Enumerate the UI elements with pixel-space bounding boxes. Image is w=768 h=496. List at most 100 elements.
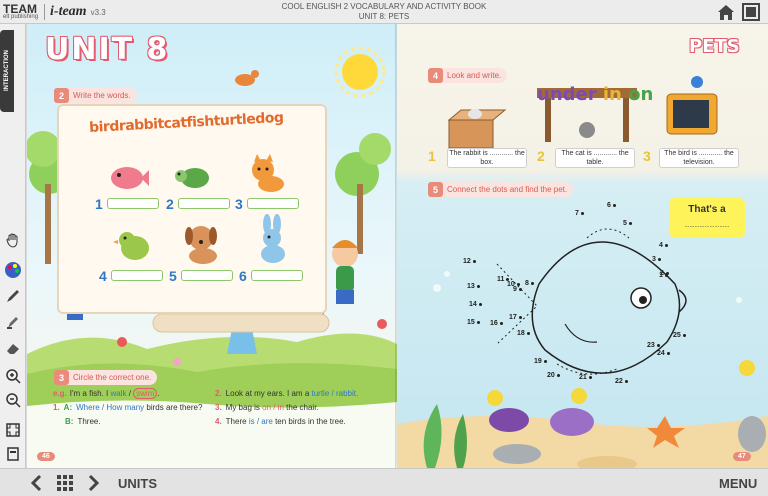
exercise-2-number: 2 (54, 88, 69, 103)
dot-point[interactable] (664, 243, 668, 247)
dot-number-7: 7 (575, 210, 584, 217)
question-3: 3. My bag is on / in the chair. (215, 403, 319, 412)
exercise-5-instruction: Connect the dots and find the pet. (447, 185, 568, 194)
dot-number-4: 4 (659, 242, 668, 249)
menu-button[interactable]: MENU (719, 476, 757, 491)
dot-point[interactable] (476, 284, 480, 288)
question-1-answer: B: Three. (65, 417, 101, 426)
question-2: 2. Look at my ears. I am a turtle / rabb… (215, 389, 359, 398)
dot-number-8: 8 (525, 280, 534, 287)
dot-point[interactable] (657, 257, 661, 261)
book-title: COOL ENGLISH 2 VOCABULARY AND ACTIVITY B… (281, 2, 487, 11)
dot-number-13: 13 (467, 283, 480, 290)
question-3-options[interactable]: on / in (262, 403, 284, 412)
home-icon[interactable] (716, 2, 736, 22)
page-right: PETS 4 Look and write. under in on 1 The… (397, 24, 768, 468)
exercise-3-number: 3 (54, 370, 69, 385)
tool-sidebar: INTERACTION (0, 24, 26, 468)
exercise-2-label: 2 Write the words. (54, 88, 137, 103)
dot-point[interactable] (506, 277, 510, 281)
palette-icon[interactable] (3, 260, 23, 280)
grid-icon[interactable] (56, 474, 74, 492)
bottom-bar: UNITS MENU (0, 468, 768, 496)
word-input-5[interactable] (181, 270, 233, 281)
unit-title: UNIT 8: PETS (358, 12, 410, 21)
dot-point[interactable] (682, 333, 686, 337)
dot-point[interactable] (656, 343, 660, 347)
word-input-4[interactable] (111, 270, 163, 281)
dot-point[interactable] (499, 321, 503, 325)
word-input-6[interactable] (251, 270, 303, 281)
answer-prompt: That's a (688, 204, 726, 215)
caption-number-2: 2 (537, 148, 545, 164)
caption-number-1: 1 (428, 148, 436, 164)
exercise-4-label: 4 Look and write. (428, 68, 508, 83)
dot-number-20: 20 (547, 372, 560, 379)
eraser-icon[interactable] (3, 338, 23, 358)
dot-point[interactable] (518, 287, 522, 291)
fish-icon (111, 167, 149, 189)
dot-point[interactable] (516, 282, 520, 286)
pets-heading: PETS (689, 36, 740, 57)
dot-number-2: 2 (660, 270, 669, 277)
units-button[interactable]: UNITS (118, 476, 157, 491)
dot-point[interactable] (530, 281, 534, 285)
caption-2[interactable]: The cat is ............ the table. (555, 148, 635, 168)
zoom-in-icon[interactable] (3, 366, 23, 386)
dot-point[interactable] (472, 259, 476, 263)
word-number-2: 2 (166, 196, 174, 212)
word-input-2[interactable] (178, 198, 230, 209)
dot-number-24: 24 (657, 350, 670, 357)
dot-point[interactable] (580, 211, 584, 215)
dot-point[interactable] (518, 315, 522, 319)
answer-box[interactable]: That's a ........................... (669, 198, 745, 238)
dot-number-6: 6 (607, 202, 616, 209)
question-1-options[interactable]: Where / How many (76, 403, 144, 412)
fit-page-icon[interactable] (3, 420, 23, 440)
dot-point[interactable] (526, 331, 530, 335)
caption-1[interactable]: The rabbit is ............ the box. (447, 148, 527, 168)
dot-point[interactable] (476, 320, 480, 324)
dot-point[interactable] (612, 203, 616, 207)
dot-point[interactable] (624, 379, 628, 383)
pen-icon[interactable] (3, 286, 23, 306)
question-2-options[interactable]: turtle / rabbit. (312, 389, 359, 398)
exercise-4-instruction: Look and write. (447, 71, 502, 80)
option-walk[interactable]: walk (110, 389, 126, 398)
word-number-6: 6 (239, 268, 247, 284)
dot-point[interactable] (588, 375, 592, 379)
hand-icon[interactable] (3, 230, 23, 250)
dot-number-22: 22 (615, 378, 628, 385)
fullscreen-icon[interactable] (742, 3, 760, 21)
previous-page-icon[interactable] (28, 474, 46, 492)
dot-point[interactable] (556, 373, 560, 377)
caption-3[interactable]: The bird is ............ the television. (659, 148, 739, 168)
exercise-3-instruction: Circle the correct one. (73, 373, 152, 382)
dot-number-23: 23 (647, 342, 660, 349)
highlighter-icon[interactable] (3, 312, 23, 332)
word-input-3[interactable] (247, 198, 299, 209)
question-4-options[interactable]: is / are (249, 417, 273, 426)
dot-number-11: 11 (497, 276, 510, 283)
question-1: 1. A: Where / How many birds are there? (53, 403, 203, 412)
word-number-4: 4 (99, 268, 107, 284)
single-page-icon[interactable] (3, 444, 23, 464)
option-swim[interactable]: swim (133, 388, 158, 399)
dot-point[interactable] (628, 221, 632, 225)
dot-number-16: 16 (490, 320, 503, 327)
word-number-5: 5 (169, 268, 177, 284)
next-page-icon[interactable] (84, 474, 102, 492)
word-input-1[interactable] (107, 198, 159, 209)
question-4: 4. There is / are ten birds in the tree. (215, 417, 346, 426)
dot-point[interactable] (543, 359, 547, 363)
dot-number-5: 5 (623, 220, 632, 227)
interaction-tab[interactable]: INTERACTION (0, 30, 14, 112)
dot-point[interactable] (478, 302, 482, 306)
exercise-3-left-column: e.g. I'm a fish. I walk / swim. 1. A: Wher… (53, 388, 213, 427)
dot-number-25: 25 (673, 332, 686, 339)
dot-point[interactable] (666, 351, 670, 355)
dot-number-21: 21 (579, 374, 592, 381)
dot-point[interactable] (665, 271, 669, 275)
exercise-5-number: 5 (428, 182, 443, 197)
zoom-out-icon[interactable] (3, 390, 23, 410)
